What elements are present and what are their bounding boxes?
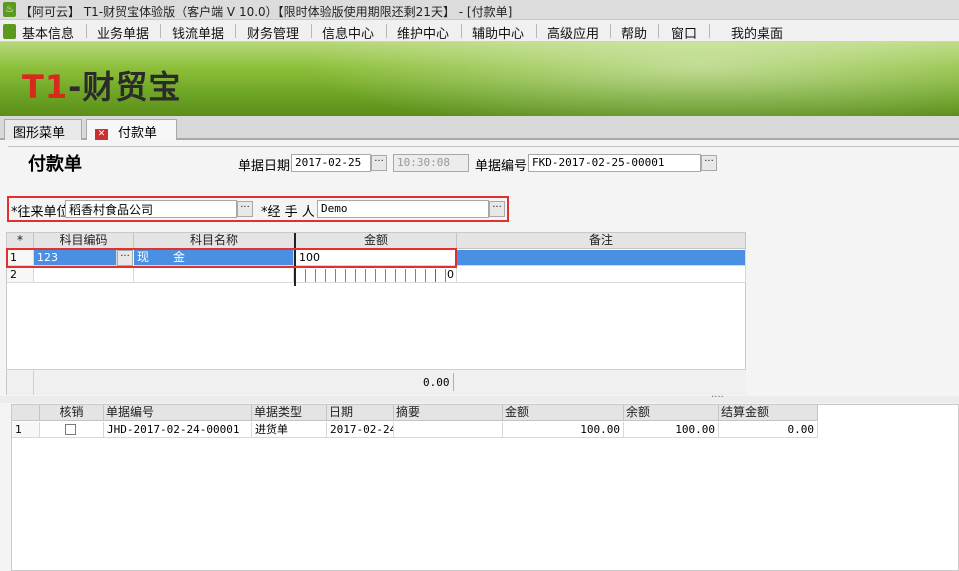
note-cell[interactable]: [457, 250, 746, 266]
menu-separator: [86, 24, 87, 38]
grid-corner: *: [7, 233, 34, 249]
summary-cell[interactable]: [394, 422, 503, 438]
settle-amount-cell[interactable]: 0.00: [719, 422, 818, 438]
menu-window[interactable]: 窗口: [671, 23, 697, 42]
menu-separator: [610, 24, 611, 38]
menu-separator: [386, 24, 387, 38]
highlight-box-row: [6, 248, 457, 268]
menu-separator: [235, 24, 236, 38]
date-picker-button[interactable]: ···: [371, 155, 387, 171]
partner-label: *往来单位: [11, 205, 70, 220]
account-code-cell[interactable]: [34, 267, 134, 283]
amount-digit-cell[interactable]: 0: [296, 267, 457, 283]
menu-separator: [709, 24, 710, 38]
date-field[interactable]: 2017-02-25: [291, 154, 371, 172]
handler-label: *经 手 人: [261, 205, 315, 220]
date-label: 单据日期: [238, 159, 291, 174]
menu-advanced[interactable]: 高级应用: [547, 23, 599, 42]
col-balance[interactable]: 余额: [624, 405, 719, 421]
col-doc-number[interactable]: 单据编号: [104, 405, 252, 421]
handler-lookup-button[interactable]: ···: [489, 201, 505, 217]
decimal-marker: [435, 269, 436, 282]
menu-bar: 基本信息 业务单据 钱流单据 财务管理 信息中心 维护中心 辅助中心 高级应用 …: [0, 20, 959, 42]
menu-maintenance[interactable]: 维护中心: [397, 23, 449, 42]
verify-cell[interactable]: [40, 422, 104, 438]
amount-total: 0.00: [423, 376, 450, 389]
panel-splitter[interactable]: ····: [0, 392, 959, 403]
menu-separator: [160, 24, 161, 38]
tab-strip: 图形菜单 ✕ 付款单: [0, 116, 959, 141]
grid-footer: 0.00: [7, 369, 746, 395]
doc-number-button[interactable]: ···: [701, 155, 717, 171]
col-account-code[interactable]: 科目编码: [34, 233, 134, 249]
grid-corner: [12, 405, 40, 421]
settlement-grid: 核销 单据编号 单据类型 日期 摘要 金额 余额 结算金额 1 JHD-2017…: [11, 404, 959, 571]
tab-graphic-menu-label: 图形菜单: [13, 126, 66, 141]
time-field: 10:30:08: [393, 154, 469, 172]
col-verify[interactable]: 核销: [40, 405, 104, 421]
menu-auxiliary[interactable]: 辅助中心: [472, 23, 524, 42]
tab-payment[interactable]: ✕ 付款单: [86, 119, 177, 141]
col-settle-amount[interactable]: 结算金额: [719, 405, 818, 421]
partner-lookup-button[interactable]: ···: [237, 201, 253, 217]
menu-separator: [311, 24, 312, 38]
form-divider: [8, 146, 959, 147]
doc-type-cell[interactable]: 进货单: [252, 422, 327, 438]
menu-separator: [461, 24, 462, 38]
menu-separator: [536, 24, 537, 38]
banner-shine: [300, 42, 959, 116]
amount-cell[interactable]: 100.00: [503, 422, 624, 438]
menu-finance[interactable]: 财务管理: [247, 23, 299, 42]
col-date[interactable]: 日期: [327, 405, 394, 421]
doc-number-label: 单据编号: [475, 159, 528, 174]
row-number: 2: [7, 267, 34, 283]
brand-logo-text: -财贸宝: [68, 68, 182, 106]
tab-graphic-menu[interactable]: 图形菜单: [4, 119, 82, 141]
footer-separator: [453, 373, 454, 391]
digit-grid-lines: [296, 269, 446, 282]
brand-logo-t: T1: [22, 68, 69, 106]
app-icon: ♨: [3, 2, 16, 17]
brand-banner: T1-财贸宝: [0, 42, 959, 116]
col-summary[interactable]: 摘要: [394, 405, 503, 421]
row-number: 1: [12, 422, 40, 438]
doc-number-field[interactable]: FKD-2017-02-25-00001: [528, 154, 701, 172]
col-doc-type[interactable]: 单据类型: [252, 405, 327, 421]
menu-business-docs[interactable]: 业务单据: [97, 23, 149, 42]
menu-cash-docs[interactable]: 钱流单据: [172, 23, 224, 42]
col-amount[interactable]: 金额: [503, 405, 624, 421]
amount-zero-text: 0: [447, 268, 454, 281]
account-name-cell[interactable]: [134, 267, 294, 283]
menu-info-center[interactable]: 信息中心: [322, 23, 374, 42]
col-account-name[interactable]: 科目名称: [134, 233, 295, 249]
col-amount[interactable]: 金额: [296, 233, 457, 249]
page-title: 付款单: [28, 154, 82, 175]
window-title-bar: ♨ 【阿可云】 T1-财贸宝体验版（客户端 V 10.0）【限时体验版使用期限还…: [0, 0, 959, 20]
tab-payment-label: 付款单: [118, 126, 158, 141]
date-cell[interactable]: 2017-02-24: [327, 422, 394, 438]
col-note[interactable]: 备注: [457, 233, 746, 249]
menu-separator: [658, 24, 659, 38]
window-title: 【阿可云】 T1-财贸宝体验版（客户端 V 10.0）【限时体验版使用期限还剩2…: [20, 5, 513, 19]
app-menu-icon[interactable]: [3, 24, 16, 39]
handler-field[interactable]: Demo: [317, 200, 489, 218]
brand-logo: T1-财贸宝: [22, 62, 181, 108]
splitter-grip-icon: ····: [711, 392, 724, 403]
menu-my-desktop[interactable]: 我的桌面: [731, 23, 783, 42]
partner-field[interactable]: 稻香村食品公司: [65, 200, 237, 218]
balance-cell[interactable]: 100.00: [624, 422, 719, 438]
doc-number-cell[interactable]: JHD-2017-02-24-00001: [104, 422, 252, 438]
verify-checkbox[interactable]: [65, 424, 76, 435]
note-cell[interactable]: [457, 267, 746, 283]
menu-help[interactable]: 帮助: [621, 23, 647, 42]
footer-corner: [7, 370, 34, 395]
close-tab-icon[interactable]: ✕: [95, 129, 108, 140]
menu-basic-info[interactable]: 基本信息: [22, 23, 74, 42]
